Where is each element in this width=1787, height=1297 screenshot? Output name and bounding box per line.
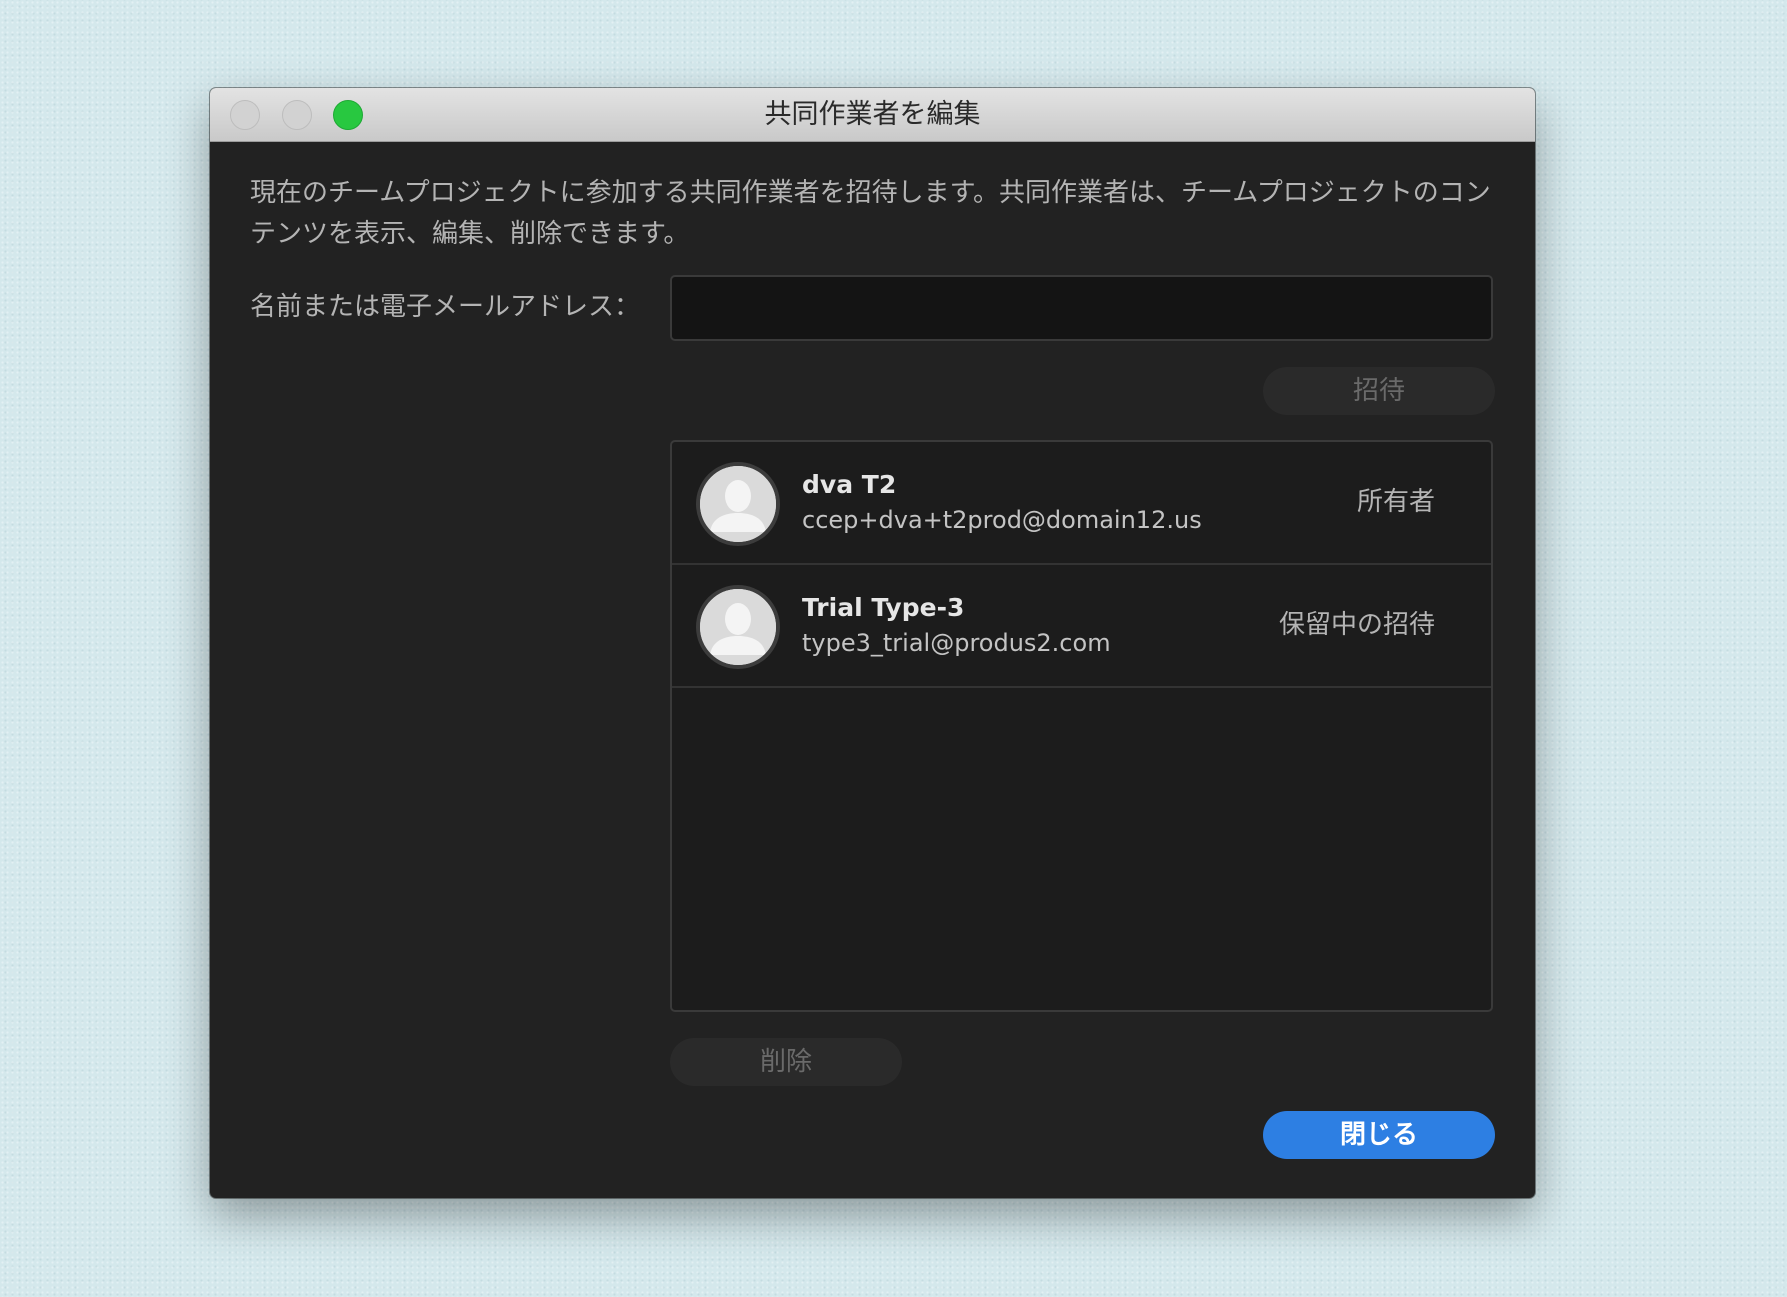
dialog-description: 現在のチームプロジェクトに参加する共同作業者を招待します。共同作業者は、チームプ… (250, 178, 1491, 249)
window-title: 共同作業者を編集 (764, 99, 981, 130)
collaborators-list[interactable]: dva T2 ccep+dva+t2prod@domain12.us 所有者 T… (670, 440, 1493, 1012)
collaborator-email: type3_trial@produs2.com (802, 629, 1111, 657)
user-avatar-icon (696, 462, 780, 546)
title-bar[interactable]: 共同作業者を編集 (210, 88, 1535, 142)
user-avatar-icon (696, 585, 780, 669)
close-button[interactable]: 閉じる (1263, 1111, 1495, 1159)
edit-collaborators-dialog: 共同作業者を編集 現在のチームプロジェクトに参加する共同作業者を招待します。共同… (210, 88, 1535, 1198)
invite-button[interactable]: 招待 (1263, 367, 1495, 415)
collaborator-role: 所有者 (1356, 487, 1435, 517)
name-or-email-input[interactable] (670, 275, 1493, 341)
collaborator-row[interactable]: Trial Type-3 type3_trial@produs2.com 保留中… (672, 565, 1491, 688)
delete-button[interactable]: 削除 (670, 1038, 902, 1086)
collaborator-email: ccep+dva+t2prod@domain12.us (802, 506, 1202, 534)
collaborator-name: dva T2 (802, 470, 897, 499)
collaborator-row[interactable]: dva T2 ccep+dva+t2prod@domain12.us 所有者 (672, 442, 1491, 565)
collaborator-name: Trial Type-3 (802, 593, 965, 622)
collaborator-role: 保留中の招待 (1278, 610, 1435, 640)
